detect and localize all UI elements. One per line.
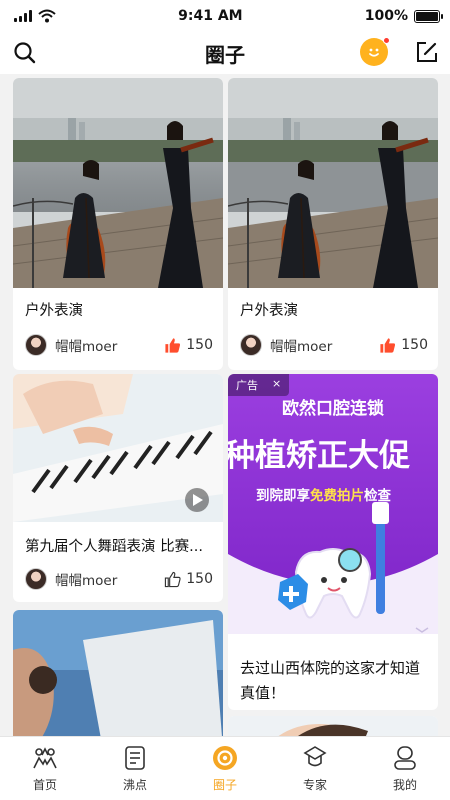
ad-caption: 去过山西体院的这家才知道真值！ [240,659,421,702]
post-card[interactable]: 第九届个人舞蹈表演 比赛... 帽帽moer 150 [13,374,223,602]
tab-mine[interactable]: 我的 [360,737,450,800]
compose-icon[interactable] [414,39,440,65]
thumbs-up-outline-icon [165,571,181,587]
author[interactable]: 帽帽moer [25,334,117,356]
ad-close-button[interactable]: × [272,377,281,393]
post-image-child [228,716,438,736]
search-icon[interactable] [12,40,38,66]
status-time: 9:41 AM [178,8,243,24]
nav-bar: 圈子 [0,32,450,74]
avatar [25,568,47,590]
thumbs-up-icon [165,337,181,353]
battery-icon [413,9,443,23]
tab-hot[interactable]: 沸点 [90,737,180,800]
like-count: 150 [186,571,213,587]
author-name: 帽帽moer [55,573,118,589]
author-name: 帽帽moer [55,339,118,355]
signal-icon [14,10,32,22]
tab-label: 圈子 [212,778,237,792]
post-meta: 帽帽moer 150 [25,568,213,590]
page-title: 圈子 [205,42,245,67]
unread-dot [383,37,390,44]
status-left [14,9,56,23]
circle-icon [213,746,237,770]
battery-percent: 100% [364,8,408,24]
post-card[interactable] [228,716,438,736]
post-title: 第九届个人舞蹈表演 比赛... [25,539,203,555]
thumbs-up-icon [380,337,396,353]
ad-offer-suffix: 检查 [364,487,391,504]
like-count: 150 [401,337,428,353]
status-right: 100% [364,8,443,24]
tab-label: 专家 [302,778,327,792]
avatar [240,334,262,356]
ad-offer-prefix: 到院即享 [256,487,310,504]
author[interactable]: 帽帽moer [240,334,332,356]
post-image-violin-duo [228,78,438,288]
svg-text:到院即享免费拍片检查: 到院即享免费拍片检查 [256,487,391,504]
post-meta: 帽帽moer 150 [240,334,428,356]
post-card[interactable] [13,610,223,736]
post-image-child [13,610,223,736]
post-image-piano [13,374,223,522]
like-button[interactable]: 150 [164,571,213,588]
like-button[interactable]: 150 [164,337,213,354]
wifi-icon [38,9,56,23]
post-card[interactable]: 户外表演 帽帽moer 150 [228,78,438,370]
ad-card[interactable]: 欧然口腔连锁 种植矫正大促 到院即享免费拍片检查 广告 × 去过山西体院的这家才… [228,374,438,710]
like-button[interactable]: 150 [379,337,428,354]
ad-image: 欧然口腔连锁 种植矫正大促 到院即享免费拍片检查 广告 × [228,374,438,634]
tab-label: 首页 [32,778,57,792]
ad-label: 广告 × [228,374,290,396]
tab-home[interactable]: 首页 [0,737,90,800]
home-people-icon [33,747,57,769]
tab-expert[interactable]: 专家 [270,737,360,800]
profile-icon [394,746,416,770]
list-doc-icon [125,746,145,770]
ad-brand: 欧然口腔连锁 [282,398,384,419]
post-image-violin-duo [13,78,223,288]
tab-bar: 首页 沸点 圈子 专家 我的 [0,736,450,800]
ad-tag-text: 广告 [236,379,258,392]
tab-label: 我的 [392,778,417,792]
expert-icon [303,746,327,767]
author[interactable]: 帽帽moer [25,568,117,590]
smiley-icon [369,48,379,57]
feed: 户外表演 帽帽moer 150 户外表演 帽帽moer 150 第九届个人舞蹈表… [0,74,450,736]
tab-circle[interactable]: 圈子 [180,737,270,800]
like-count: 150 [186,337,213,353]
status-bar: 9:41 AM 100% [0,0,450,32]
post-title: 户外表演 [240,303,298,319]
ad-headline: 种植矫正大促 [228,438,410,474]
author-name: 帽帽moer [270,339,333,355]
post-title: 户外表演 [25,303,83,319]
post-card[interactable]: 户外表演 帽帽moer 150 [13,78,223,370]
avatar [25,334,47,356]
post-meta: 帽帽moer 150 [25,334,213,356]
ad-offer-highlight: 免费拍片 [310,487,364,504]
message-button[interactable] [360,37,390,66]
tab-label: 沸点 [122,778,147,792]
